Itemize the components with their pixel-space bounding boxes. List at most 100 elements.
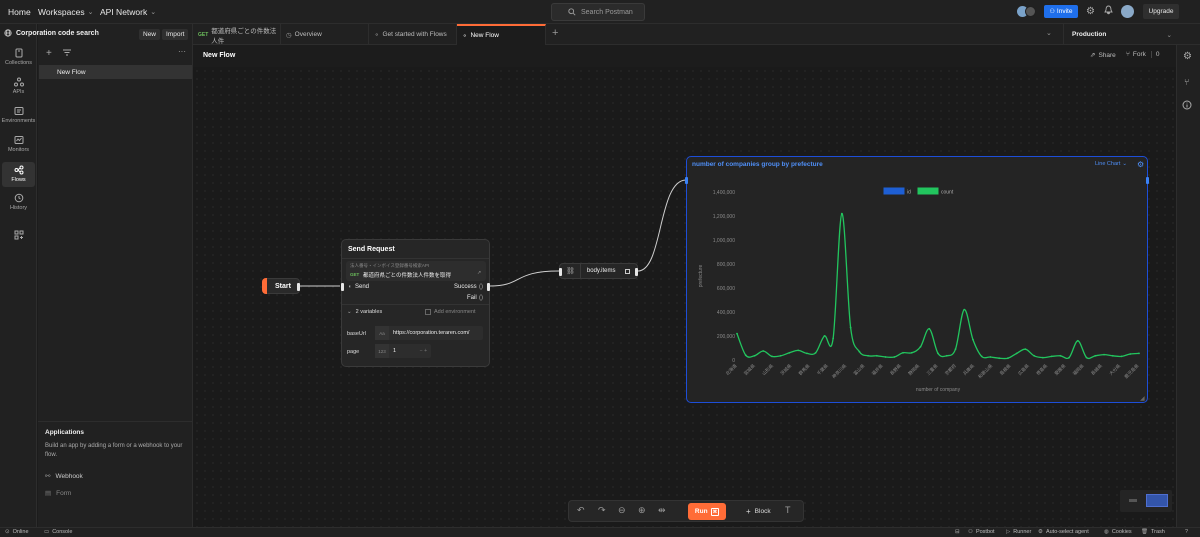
console-label: Console [52, 529, 73, 535]
bell-icon[interactable] [1104, 5, 1113, 17]
fit-view-icon[interactable]: ⇹ [658, 505, 666, 516]
tab-overview[interactable]: ◷ Overview [281, 24, 369, 45]
environment-select[interactable]: Production ⌄ [1063, 24, 1178, 45]
fork-button[interactable]: ⑂ Fork 0 [1126, 51, 1160, 58]
open-icon[interactable]: ↗ [477, 270, 481, 276]
chart-node[interactable]: number of companies group by prefecture … [685, 156, 1149, 403]
data-point [806, 352, 808, 355]
sidebar-item-new-flow[interactable]: New Flow [39, 65, 192, 79]
api-network-menu[interactable]: API Network ⌄ [100, 7, 156, 17]
minimap[interactable] [1120, 490, 1172, 512]
plus-icon[interactable]: + [46, 48, 52, 59]
rail-configure[interactable] [0, 230, 37, 242]
postbot-button[interactable]: ⚇ Postbot [968, 529, 995, 535]
rail-apis[interactable]: APIs [0, 77, 37, 95]
variables-toggle[interactable]: ⌄ 2 variables [347, 309, 382, 315]
team-avatars[interactable] [1017, 6, 1039, 18]
share-button[interactable]: ⇗ Share [1090, 51, 1116, 60]
legend-swatch [883, 187, 905, 195]
redo-icon[interactable]: ↷ [598, 505, 606, 516]
start-node[interactable]: Start [262, 278, 300, 294]
success-output-port[interactable] [487, 283, 490, 291]
applications-title: Applications [45, 429, 85, 436]
tab-new-flow[interactable]: ⚬ New Flow [457, 24, 546, 45]
zoom-out-icon[interactable]: ⊖ [618, 505, 626, 516]
runner-button[interactable]: ▷ Runner [1006, 529, 1031, 535]
data-point [823, 335, 826, 337]
chevron-down-icon: ⌄ [347, 309, 352, 315]
undo-icon[interactable]: ↶ [577, 505, 585, 516]
settings-icon[interactable]: ⚙ [1137, 160, 1144, 169]
text-icon[interactable]: T [785, 505, 791, 515]
search-placeholder: Search Postman [581, 8, 633, 16]
import-button[interactable]: Import [162, 29, 189, 40]
variable-baseurl-input[interactable]: Aa https://corporation.teraren.com/ [375, 326, 483, 340]
x-tick-label: 大分県 [1108, 362, 1123, 377]
select-node[interactable]: ⛓ body.items [559, 263, 638, 279]
trash-button[interactable]: 🗑 Trash [1141, 529, 1165, 535]
start-output-port[interactable] [297, 283, 300, 291]
minimap-node [1129, 499, 1137, 502]
top-bar: Home Workspaces ⌄ API Network ⌄ Search Pos… [0, 0, 1200, 24]
variable-name: baseUrl [347, 331, 366, 337]
variable-page-input[interactable]: 123 1 − + [375, 344, 431, 358]
add-block-button[interactable]: + Block [746, 507, 771, 516]
form-option[interactable]: ▤ Form [45, 489, 71, 498]
rail-collections[interactable]: Collections [0, 48, 37, 66]
zoom-in-icon[interactable]: ⊕ [638, 505, 646, 516]
filter-icon[interactable] [63, 49, 71, 58]
upgrade-button[interactable]: Upgrade [1143, 4, 1179, 19]
cookies-button[interactable]: ◍ Cookies [1104, 529, 1132, 535]
workspaces-menu[interactable]: Workspaces ⌄ [38, 7, 93, 17]
run-button[interactable]: Run ⌘ [688, 503, 726, 520]
more-icon[interactable]: ··· [178, 47, 186, 56]
add-environment-button[interactable]: Add environment [425, 309, 476, 315]
select-output-port[interactable] [635, 268, 638, 276]
help-icon[interactable]: ? [1185, 529, 1188, 535]
online-status[interactable]: ⊙ Online [5, 529, 29, 535]
chart-type-select[interactable]: Line Chart ⌄ [1095, 161, 1127, 167]
tab-request[interactable]: GET 都道府県ごとの件数法人件 [193, 24, 281, 45]
chevron-down-icon: ⌄ [1166, 31, 1172, 39]
start-label: Start [275, 282, 291, 290]
rail-flows[interactable]: Flows [2, 162, 35, 187]
applications-description: Build an app by adding a form or a webho… [45, 443, 183, 458]
console-button[interactable]: ▭ Console [44, 529, 72, 535]
info-icon[interactable] [1182, 100, 1192, 112]
layout-icon[interactable]: ⊟ [955, 529, 960, 535]
invite-button[interactable]: ⚇ Invite [1044, 5, 1078, 18]
data-point [1120, 355, 1123, 358]
rail-label: APIs [12, 89, 25, 95]
expand-icon[interactable] [625, 268, 630, 274]
agent-select[interactable]: ⚙ Auto-select agent [1038, 529, 1089, 535]
data-point [980, 355, 983, 358]
workspace-header[interactable]: Corporation code search [4, 29, 99, 37]
flow-canvas[interactable]: Start Send Request 法人番号・インボイス登録番号検索API G… [193, 67, 1176, 527]
select-input-port[interactable] [559, 268, 562, 276]
send-request-node[interactable]: Send Request 法人番号・インボイス登録番号検索API GET 都道府… [341, 239, 490, 367]
rail-history[interactable]: History [0, 193, 37, 211]
divider [38, 421, 192, 422]
search-input[interactable]: Search Postman [551, 3, 645, 21]
rail-environments[interactable]: Environments [0, 106, 37, 124]
add-tab-icon[interactable]: + [552, 27, 558, 39]
data-point [779, 354, 782, 357]
user-avatar[interactable] [1121, 5, 1134, 18]
gear-icon[interactable]: ⚙ [1086, 6, 1095, 17]
chevron-down-icon[interactable]: ⌄ [1046, 29, 1052, 37]
legend-label: id [907, 190, 911, 196]
fork-icon[interactable]: ⑂ [1184, 77, 1189, 87]
data-point [797, 349, 800, 352]
request-selector[interactable]: 法人番号・インボイス登録番号検索API GET 都道府県ごとの件数法人件数を取得… [346, 261, 486, 281]
webhook-option[interactable]: ⚯ Webhook [45, 472, 83, 481]
rail-monitors[interactable]: Monitors [0, 135, 37, 153]
start-accent [262, 278, 267, 294]
collections-icon [15, 48, 22, 58]
settings-icon[interactable]: ⚙ [1183, 51, 1192, 62]
send-input-port[interactable] [341, 283, 344, 291]
tab-get-started[interactable]: ⚬ Get started with Flows [369, 24, 457, 45]
stepper-icon[interactable]: − + [420, 348, 427, 354]
home-link[interactable]: Home [8, 7, 31, 17]
new-button[interactable]: New [139, 29, 161, 40]
data-point [1050, 355, 1053, 358]
